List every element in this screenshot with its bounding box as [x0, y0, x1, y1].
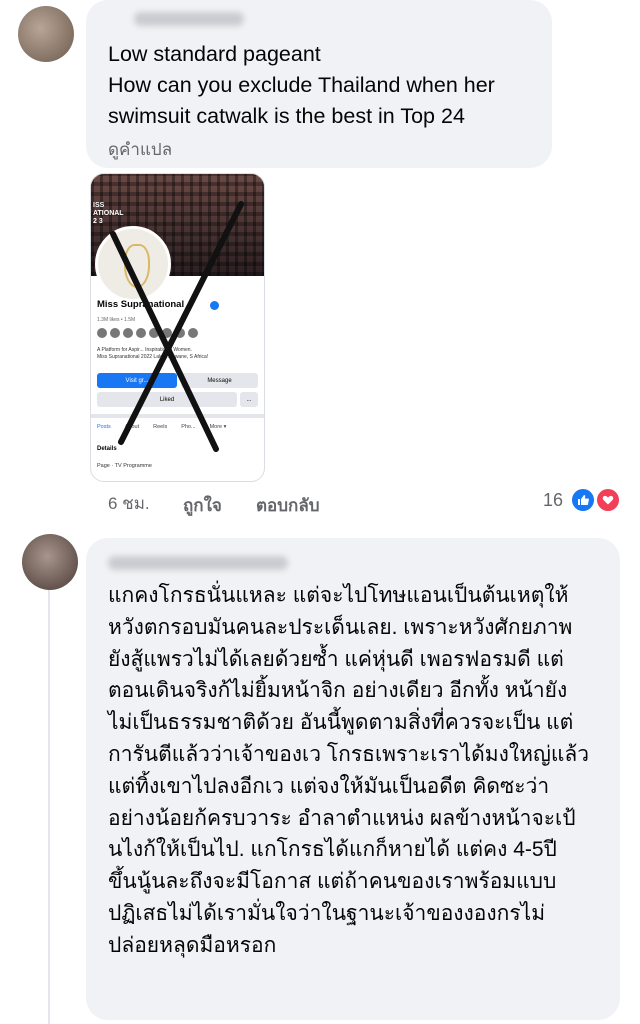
comment-text: Low standard pageant How can you exclude…: [108, 42, 495, 128]
commenter-name[interactable]: [134, 12, 244, 26]
comment-timestamp[interactable]: 6 ชม.: [108, 490, 150, 517]
reply-button[interactable]: ตอบกลับ: [256, 492, 320, 519]
reaction-count[interactable]: 16: [543, 490, 563, 511]
commenter-name[interactable]: [108, 556, 288, 570]
like-button[interactable]: ถูกใจ: [183, 492, 222, 519]
see-translation-link[interactable]: ดูคำแปล: [108, 136, 172, 163]
thumbs-up-icon[interactable]: [570, 487, 596, 513]
reply-thread-line: [48, 590, 50, 1024]
comment-image-attachment[interactable]: ISS ATIONAL 2 3 Miss Supranational 1.3M …: [90, 173, 265, 482]
commenter-avatar[interactable]: [18, 6, 74, 62]
comment-bubble: Low standard pageant How can you exclude…: [86, 0, 552, 168]
comment-text: แกคงโกรธนั่นแหละ แต่จะไปโทษแอนเป็นต้นเหต…: [108, 584, 590, 957]
cross-mark-drawing: [110, 201, 244, 452]
comment-bubble: แกคงโกรธนั่นแหละ แต่จะไปโทษแอนเป็นต้นเหต…: [86, 538, 620, 1020]
commenter-avatar[interactable]: [22, 534, 78, 590]
heart-icon[interactable]: [595, 487, 621, 513]
